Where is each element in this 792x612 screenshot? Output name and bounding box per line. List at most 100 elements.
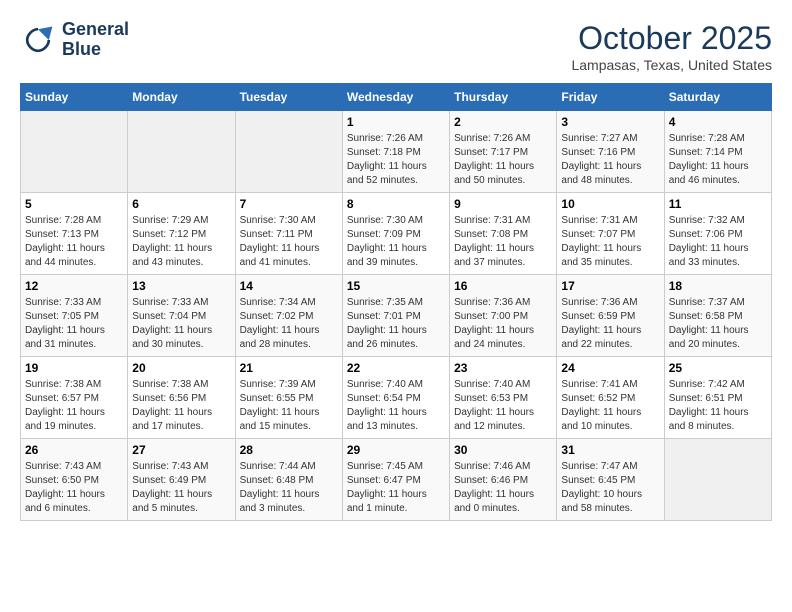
day-info: Sunrise: 7:29 AMSunset: 7:12 PMDaylight:…	[132, 214, 230, 270]
logo: General Blue	[20, 20, 129, 60]
day-info: Sunrise: 7:45 AMSunset: 6:47 PMDaylight:…	[347, 460, 445, 516]
day-number: 3	[561, 115, 659, 129]
weekday-header: Wednesday	[342, 84, 449, 111]
day-info: Sunrise: 7:46 AMSunset: 6:46 PMDaylight:…	[454, 460, 552, 516]
day-info: Sunrise: 7:28 AMSunset: 7:14 PMDaylight:…	[669, 132, 767, 188]
day-info: Sunrise: 7:26 AMSunset: 7:17 PMDaylight:…	[454, 132, 552, 188]
day-info: Sunrise: 7:30 AMSunset: 7:11 PMDaylight:…	[240, 214, 338, 270]
day-info: Sunrise: 7:33 AMSunset: 7:05 PMDaylight:…	[25, 296, 123, 352]
day-number: 21	[240, 361, 338, 375]
day-info: Sunrise: 7:39 AMSunset: 6:55 PMDaylight:…	[240, 378, 338, 434]
calendar-week-row: 1 Sunrise: 7:26 AMSunset: 7:18 PMDaylight…	[21, 111, 772, 193]
calendar-week-row: 5 Sunrise: 7:28 AMSunset: 7:13 PMDaylight…	[21, 193, 772, 275]
day-number: 10	[561, 197, 659, 211]
weekday-header: Monday	[128, 84, 235, 111]
calendar-week-row: 26 Sunrise: 7:43 AMSunset: 6:50 PMDayligh…	[21, 439, 772, 521]
day-number: 17	[561, 279, 659, 293]
calendar-cell: 9 Sunrise: 7:31 AMSunset: 7:08 PMDaylight…	[450, 193, 557, 275]
day-number: 20	[132, 361, 230, 375]
calendar-cell: 24 Sunrise: 7:41 AMSunset: 6:52 PMDayligh…	[557, 357, 664, 439]
calendar-cell: 23 Sunrise: 7:40 AMSunset: 6:53 PMDayligh…	[450, 357, 557, 439]
calendar-cell	[21, 111, 128, 193]
day-number: 1	[347, 115, 445, 129]
calendar-cell: 19Sunrise: 7:38 AMSunset: 6:57 PMDayligh…	[21, 357, 128, 439]
title-area: October 2025 Lampasas, Texas, United Sta…	[571, 20, 772, 73]
day-number: 30	[454, 443, 552, 457]
calendar-cell: 18Sunrise: 7:37 AMSunset: 6:58 PMDayligh…	[664, 275, 771, 357]
calendar-cell: 11 Sunrise: 7:32 AMSunset: 7:06 PMDayligh…	[664, 193, 771, 275]
logo-text: General Blue	[62, 20, 129, 60]
weekday-header: Tuesday	[235, 84, 342, 111]
calendar-cell: 16Sunrise: 7:36 AMSunset: 7:00 PMDayligh…	[450, 275, 557, 357]
day-info: Sunrise: 7:40 AMSunset: 6:54 PMDaylight:…	[347, 378, 445, 434]
calendar-cell: 31 Sunrise: 7:47 AMSunset: 6:45 PMDayligh…	[557, 439, 664, 521]
calendar-cell: 27 Sunrise: 7:43 AMSunset: 6:49 PMDayligh…	[128, 439, 235, 521]
day-number: 19	[25, 361, 123, 375]
weekday-header-row: SundayMondayTuesdayWednesdayThursdayFrid…	[21, 84, 772, 111]
day-info: Sunrise: 7:36 AMSunset: 6:59 PMDaylight:…	[561, 296, 659, 352]
day-info: Sunrise: 7:34 AMSunset: 7:02 PMDaylight:…	[240, 296, 338, 352]
calendar-cell: 30 Sunrise: 7:46 AMSunset: 6:46 PMDayligh…	[450, 439, 557, 521]
page-header: General Blue October 2025 Lampasas, Texa…	[20, 20, 772, 73]
day-number: 7	[240, 197, 338, 211]
day-info: Sunrise: 7:33 AMSunset: 7:04 PMDaylight:…	[132, 296, 230, 352]
day-number: 27	[132, 443, 230, 457]
weekday-header: Thursday	[450, 84, 557, 111]
calendar-cell: 14Sunrise: 7:34 AMSunset: 7:02 PMDayligh…	[235, 275, 342, 357]
calendar-cell: 10 Sunrise: 7:31 AMSunset: 7:07 PMDayligh…	[557, 193, 664, 275]
day-info: Sunrise: 7:26 AMSunset: 7:18 PMDaylight:…	[347, 132, 445, 188]
logo-icon	[20, 22, 56, 58]
day-info: Sunrise: 7:31 AMSunset: 7:07 PMDaylight:…	[561, 214, 659, 270]
day-number: 22	[347, 361, 445, 375]
calendar-cell: 13 Sunrise: 7:33 AMSunset: 7:04 PMDayligh…	[128, 275, 235, 357]
calendar-cell	[664, 439, 771, 521]
calendar-cell: 7 Sunrise: 7:30 AMSunset: 7:11 PMDaylight…	[235, 193, 342, 275]
day-number: 28	[240, 443, 338, 457]
day-number: 23	[454, 361, 552, 375]
day-number: 12	[25, 279, 123, 293]
calendar-week-row: 19Sunrise: 7:38 AMSunset: 6:57 PMDayligh…	[21, 357, 772, 439]
day-info: Sunrise: 7:28 AMSunset: 7:13 PMDaylight:…	[25, 214, 123, 270]
calendar-cell: 29 Sunrise: 7:45 AMSunset: 6:47 PMDayligh…	[342, 439, 449, 521]
calendar-cell: 12 Sunrise: 7:33 AMSunset: 7:05 PMDayligh…	[21, 275, 128, 357]
day-info: Sunrise: 7:41 AMSunset: 6:52 PMDaylight:…	[561, 378, 659, 434]
day-number: 26	[25, 443, 123, 457]
day-number: 18	[669, 279, 767, 293]
calendar-cell: 2 Sunrise: 7:26 AMSunset: 7:17 PMDaylight…	[450, 111, 557, 193]
day-number: 31	[561, 443, 659, 457]
day-number: 13	[132, 279, 230, 293]
day-info: Sunrise: 7:42 AMSunset: 6:51 PMDaylight:…	[669, 378, 767, 434]
day-info: Sunrise: 7:36 AMSunset: 7:00 PMDaylight:…	[454, 296, 552, 352]
day-info: Sunrise: 7:43 AMSunset: 6:49 PMDaylight:…	[132, 460, 230, 516]
day-info: Sunrise: 7:38 AMSunset: 6:56 PMDaylight:…	[132, 378, 230, 434]
day-number: 15	[347, 279, 445, 293]
calendar-cell: 26 Sunrise: 7:43 AMSunset: 6:50 PMDayligh…	[21, 439, 128, 521]
calendar-cell: 20 Sunrise: 7:38 AMSunset: 6:56 PMDayligh…	[128, 357, 235, 439]
day-number: 8	[347, 197, 445, 211]
day-info: Sunrise: 7:43 AMSunset: 6:50 PMDaylight:…	[25, 460, 123, 516]
calendar-cell: 6Sunrise: 7:29 AMSunset: 7:12 PMDaylight…	[128, 193, 235, 275]
day-info: Sunrise: 7:47 AMSunset: 6:45 PMDaylight:…	[561, 460, 659, 516]
day-number: 11	[669, 197, 767, 211]
day-number: 9	[454, 197, 552, 211]
calendar-table: SundayMondayTuesdayWednesdayThursdayFrid…	[20, 83, 772, 521]
day-number: 24	[561, 361, 659, 375]
day-info: Sunrise: 7:40 AMSunset: 6:53 PMDaylight:…	[454, 378, 552, 434]
calendar-cell: 4Sunrise: 7:28 AMSunset: 7:14 PMDaylight…	[664, 111, 771, 193]
day-number: 5	[25, 197, 123, 211]
calendar-cell: 1 Sunrise: 7:26 AMSunset: 7:18 PMDaylight…	[342, 111, 449, 193]
calendar-cell: 3 Sunrise: 7:27 AMSunset: 7:16 PMDaylight…	[557, 111, 664, 193]
calendar-cell: 22 Sunrise: 7:40 AMSunset: 6:54 PMDayligh…	[342, 357, 449, 439]
calendar-cell	[128, 111, 235, 193]
weekday-header: Saturday	[664, 84, 771, 111]
calendar-cell: 28Sunrise: 7:44 AMSunset: 6:48 PMDayligh…	[235, 439, 342, 521]
day-number: 2	[454, 115, 552, 129]
weekday-header: Sunday	[21, 84, 128, 111]
day-info: Sunrise: 7:27 AMSunset: 7:16 PMDaylight:…	[561, 132, 659, 188]
day-number: 29	[347, 443, 445, 457]
day-info: Sunrise: 7:31 AMSunset: 7:08 PMDaylight:…	[454, 214, 552, 270]
calendar-cell	[235, 111, 342, 193]
day-info: Sunrise: 7:32 AMSunset: 7:06 PMDaylight:…	[669, 214, 767, 270]
day-number: 25	[669, 361, 767, 375]
day-info: Sunrise: 7:30 AMSunset: 7:09 PMDaylight:…	[347, 214, 445, 270]
